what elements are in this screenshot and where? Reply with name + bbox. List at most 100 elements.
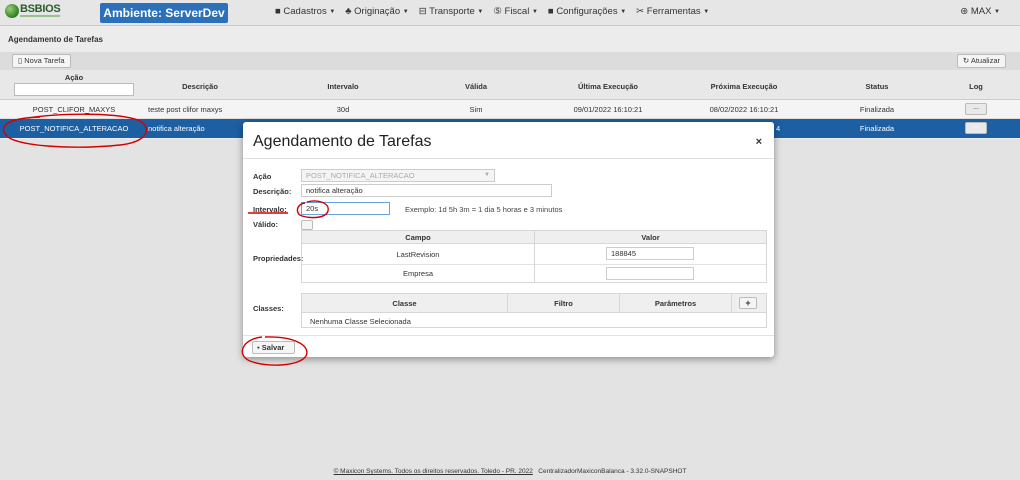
refresh-button[interactable]: ↻ Atualizar bbox=[956, 54, 1006, 68]
close-icon[interactable]: × bbox=[756, 136, 762, 148]
acao-label: Ação bbox=[253, 172, 272, 181]
modal-footer-divider bbox=[243, 335, 774, 336]
menu-label: Transporte bbox=[429, 6, 475, 17]
log-button[interactable]: ... bbox=[965, 103, 987, 115]
top-navbar: BSBIOS Ambiente: ServerDev ■ Cadastros ▼… bbox=[0, 0, 1020, 26]
user-icon: ⊛ bbox=[960, 6, 969, 17]
menu-configuracoes[interactable]: ■ Configurações ▼ bbox=[548, 6, 626, 17]
modal-title: Agendamento de Tarefas bbox=[253, 133, 432, 150]
classes-label: Classes: bbox=[253, 304, 284, 313]
props-header-valor: Valor bbox=[534, 231, 766, 244]
cell-acao: POST_NOTIFICA_ALTERACAO bbox=[19, 124, 129, 133]
task-schedule-modal: Agendamento de Tarefas × Ação POST_NOTIF… bbox=[243, 122, 774, 357]
caret-down-icon: ▼ bbox=[329, 9, 336, 15]
menu-label: Fiscal bbox=[504, 6, 530, 17]
caret-down-icon: ▼ bbox=[531, 9, 538, 15]
save-label: Salvar bbox=[261, 343, 285, 352]
menu-label: Configurações bbox=[556, 6, 618, 17]
refresh-label: Atualizar bbox=[970, 56, 1000, 65]
prop-valor-input[interactable] bbox=[606, 267, 694, 280]
settings-icon: ■ bbox=[547, 6, 554, 17]
caret-down-icon: ▼ bbox=[620, 9, 627, 15]
caret-down-icon: ▼ bbox=[477, 9, 484, 15]
acao-select[interactable]: POST_NOTIFICA_ALTERACAO ▼ bbox=[301, 169, 495, 182]
cell-proxima-execucao-partial: 4 bbox=[776, 124, 781, 133]
fiscal-icon: ⑤ bbox=[493, 6, 502, 17]
col-descricao[interactable]: Descrição bbox=[140, 82, 260, 91]
logo-text: BSBIOS bbox=[20, 3, 61, 15]
new-task-button[interactable]: ▯ Nova Tarefa bbox=[12, 54, 71, 68]
acao-select-value: POST_NOTIFICA_ALTERACAO bbox=[306, 171, 415, 180]
prop-campo: Empresa bbox=[402, 269, 433, 278]
classes-grid: Classe Filtro Parâmetros + Nenhuma Class… bbox=[301, 293, 767, 328]
add-class-button[interactable]: + bbox=[739, 297, 757, 309]
document-icon: ▯ bbox=[18, 56, 23, 65]
col-intervalo[interactable]: Intervalo bbox=[283, 82, 403, 91]
intervalo-hint: Exemplo: 1d 5h 3m = 1 dia 5 horas e 3 mi… bbox=[405, 205, 563, 214]
bsbios-logo[interactable]: BSBIOS bbox=[5, 3, 65, 22]
menu-label: Originação bbox=[354, 6, 401, 17]
save-icon: ▪ bbox=[257, 343, 260, 352]
menu-ferramentas[interactable]: ✂ Ferramentas ▼ bbox=[636, 6, 709, 17]
truck-icon: ⊟ bbox=[418, 6, 427, 17]
plant-icon: ♣ bbox=[345, 6, 352, 17]
col-status[interactable]: Status bbox=[817, 82, 937, 91]
menu-cadastros[interactable]: ■ Cadastros ▼ bbox=[275, 6, 335, 17]
classes-header-filtro: Filtro bbox=[507, 294, 619, 313]
cell-proxima-execucao: 08/02/2022 16:10:21 bbox=[709, 105, 779, 114]
tools-icon: ✂ bbox=[636, 6, 645, 17]
menu-originacao[interactable]: ♣ Originação ▼ bbox=[345, 6, 408, 17]
cell-acao: POST_CLIFOR_MAXYS bbox=[32, 105, 116, 114]
cell-status: Finalizada bbox=[859, 105, 895, 114]
user-name: MAX bbox=[970, 6, 992, 17]
descricao-input[interactable]: notifica alteração bbox=[301, 184, 552, 197]
log-button[interactable]: ... bbox=[965, 122, 987, 134]
valido-label: Válido: bbox=[253, 220, 279, 229]
cell-descricao: teste post clifor maxys bbox=[148, 105, 223, 114]
propriedades-label: Propriedades: bbox=[253, 254, 304, 263]
caret-down-icon: ▼ bbox=[484, 172, 490, 178]
refresh-icon: ↻ bbox=[962, 56, 970, 65]
logo-ball-icon bbox=[5, 4, 19, 18]
user-menu[interactable]: ⊛ MAX ▼ bbox=[960, 6, 1000, 17]
col-log[interactable]: Log bbox=[946, 82, 1006, 91]
menu-label: Cadastros bbox=[283, 6, 327, 17]
valido-checkbox[interactable] bbox=[301, 220, 313, 230]
environment-badge: Ambiente: ServerDev bbox=[100, 3, 228, 23]
descricao-label: Descrição: bbox=[253, 187, 292, 196]
new-task-label: Nova Tarefa bbox=[24, 56, 65, 65]
col-ultima-execucao[interactable]: Última Execução bbox=[548, 82, 668, 91]
properties-grid: Campo Valor LastRevision 188845 Empresa bbox=[301, 230, 767, 283]
version-text: CentralizadorMaxiconBalanca - 3.32.0-SNA… bbox=[538, 468, 687, 475]
col-acao[interactable]: Ação bbox=[14, 73, 134, 82]
caret-down-icon: ▼ bbox=[402, 9, 409, 15]
prop-campo: LastRevision bbox=[396, 250, 440, 259]
save-button[interactable]: ▪ Salvar bbox=[252, 341, 295, 354]
intervalo-input[interactable]: 20s bbox=[301, 202, 390, 215]
cell-descricao: notifica alteração bbox=[148, 124, 205, 133]
page-title: Agendamento de Tarefas bbox=[8, 35, 103, 44]
col-valida[interactable]: Válida bbox=[416, 82, 536, 91]
props-header-campo: Campo bbox=[302, 231, 534, 244]
copyright-link[interactable]: © Maxicon Systems. Todos os direitos res… bbox=[334, 468, 533, 475]
acao-filter-input[interactable] bbox=[14, 83, 134, 96]
page-footer: © Maxicon Systems. Todos os direitos res… bbox=[0, 468, 1020, 475]
cell-intervalo: 30d bbox=[336, 105, 350, 114]
grid-icon: ■ bbox=[275, 6, 281, 17]
caret-down-icon: ▼ bbox=[994, 9, 1000, 15]
main-menu: ■ Cadastros ▼ ♣ Originação ▼ ⊟ Transport… bbox=[275, 6, 709, 17]
caret-down-icon: ▼ bbox=[703, 9, 710, 15]
classes-header-parametros: Parâmetros bbox=[619, 294, 731, 313]
menu-label: Ferramentas bbox=[646, 6, 701, 17]
menu-transporte[interactable]: ⊟ Transporte ▼ bbox=[419, 6, 484, 17]
col-proxima-execucao[interactable]: Próxima Execução bbox=[684, 82, 804, 91]
classes-empty-message: Nenhuma Classe Selecionada bbox=[310, 317, 411, 326]
cell-status: Finalizada bbox=[859, 124, 895, 133]
menu-fiscal[interactable]: ⑤ Fiscal ▼ bbox=[493, 6, 538, 17]
logo-subline bbox=[20, 15, 60, 17]
classes-header-classe: Classe bbox=[302, 294, 507, 313]
modal-divider bbox=[243, 158, 774, 159]
prop-valor-input[interactable]: 188845 bbox=[606, 247, 694, 260]
col-divider bbox=[534, 244, 535, 282]
table-row[interactable]: POST_CLIFOR_MAXYS teste post clifor maxy… bbox=[0, 100, 1020, 119]
